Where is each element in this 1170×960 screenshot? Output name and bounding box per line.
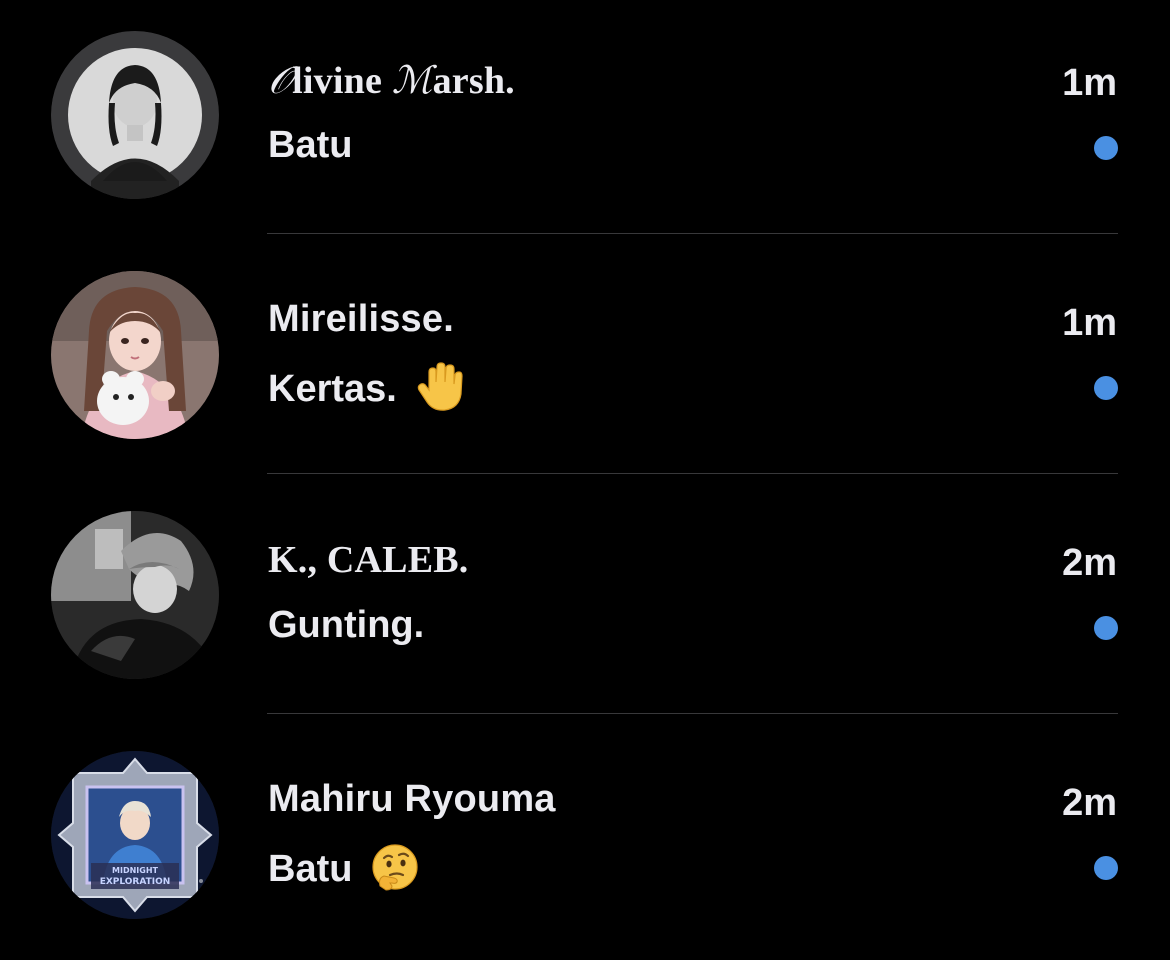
unread-dot-icon [1094,136,1118,160]
avatar[interactable] [51,271,219,439]
contact-name: K., CALEB. [268,539,469,581]
divider [267,713,1118,714]
message-preview: Kertas. [268,362,465,414]
avatar-photo-bw-boy [51,511,219,679]
avatar-photo-girl-plush [51,271,219,439]
timestamp: 2m [1062,782,1117,824]
svg-text:EXPLORATION: EXPLORATION [100,877,171,887]
avatar-photo-bw-girl [51,31,219,199]
contact-name: Mireilisse. [268,298,454,340]
avatar[interactable] [51,511,219,679]
unread-dot-icon [1094,856,1118,880]
raised-hand-icon [415,362,465,412]
message-preview: Batu [268,844,420,894]
avatar[interactable]: MIDNIGHT EXPLORATION [51,751,219,919]
conversation-row[interactable]: 𝒪livine ℳarsh. Batu 1m [0,0,1170,240]
unread-dot-icon [1094,616,1118,640]
avatar[interactable] [51,31,219,199]
divider [267,233,1118,234]
divider [267,473,1118,474]
thinking-face-icon [370,842,420,892]
avatar-game-frame: MIDNIGHT EXPLORATION [51,751,219,919]
conversation-list: 𝒪livine ℳarsh. Batu 1m Mireilisse. Kerta… [0,0,1170,952]
conversation-row[interactable]: K., CALEB. Gunting. 2m [0,480,1170,720]
contact-name: Mahiru Ryouma [268,778,556,820]
timestamp: 2m [1062,542,1117,584]
message-preview: Batu [268,124,353,166]
timestamp: 1m [1062,302,1117,344]
contact-name: 𝒪livine ℳarsh. [268,58,515,102]
conversation-row[interactable]: Mireilisse. Kertas. 1m [0,240,1170,480]
svg-text:MIDNIGHT: MIDNIGHT [112,866,159,875]
timestamp: 1m [1062,62,1117,104]
unread-dot-icon [1094,376,1118,400]
conversation-row[interactable]: MIDNIGHT EXPLORATION Mahiru Ryouma Batu … [0,720,1170,960]
message-preview: Gunting. [268,604,425,646]
